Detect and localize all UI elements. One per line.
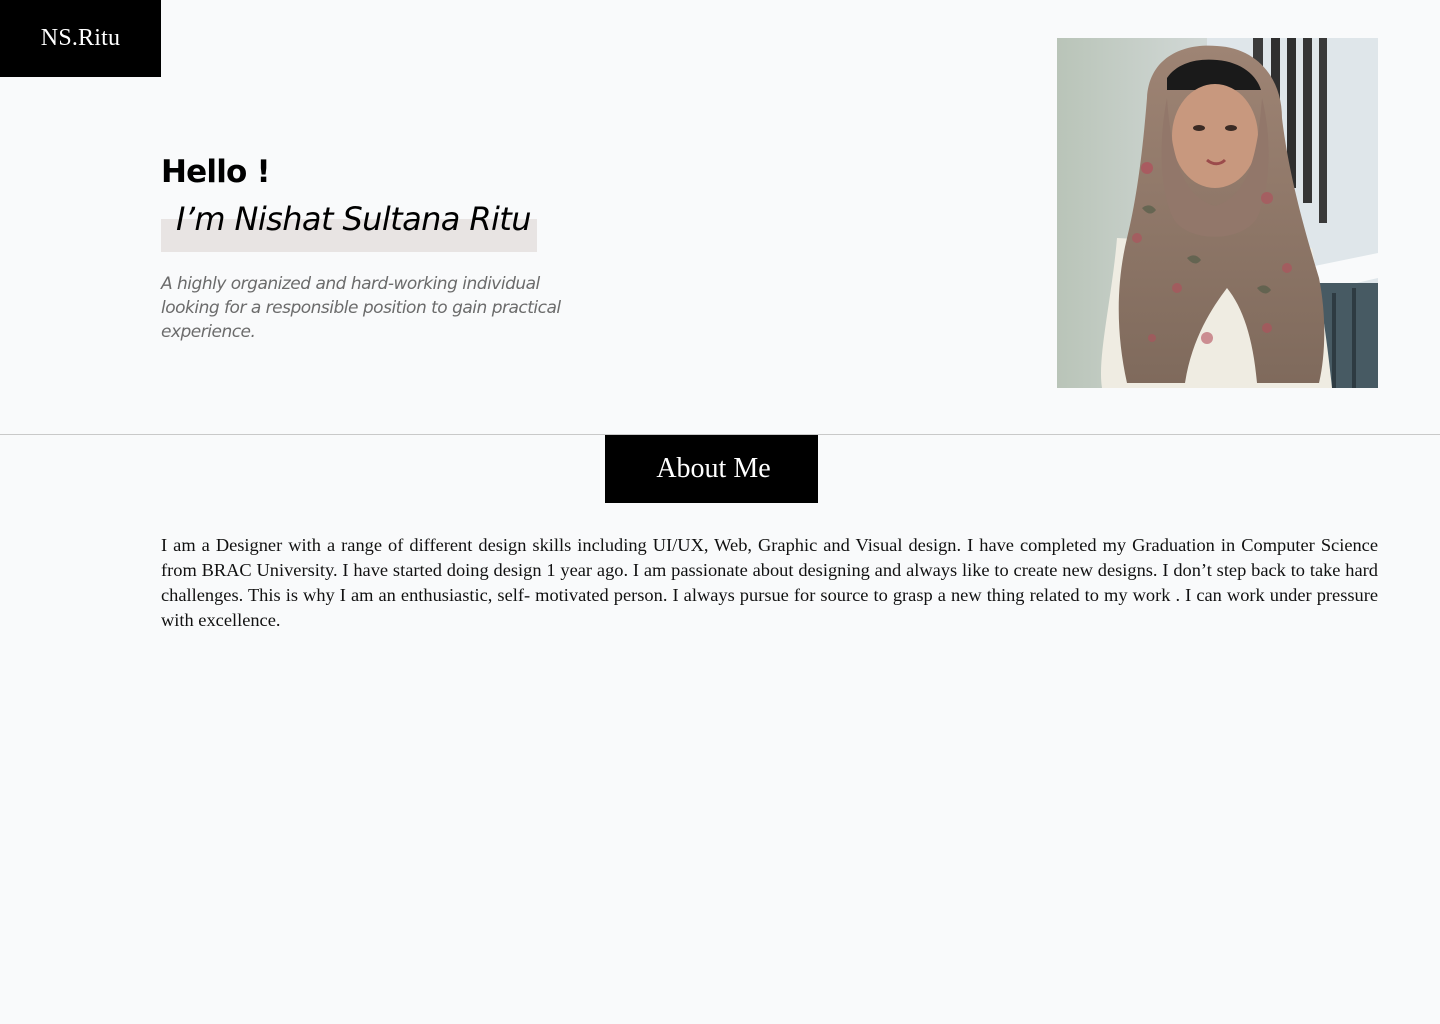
hero-greeting: Hello ! xyxy=(161,154,271,190)
about-body-text: I am a Designer with a range of differen… xyxy=(161,535,1378,630)
logo[interactable]: NS.Ritu xyxy=(0,0,161,77)
portrait-illustration xyxy=(1057,38,1378,388)
portrait-photo xyxy=(1057,38,1378,388)
hero-name: I’m Nishat Sultana Ritu xyxy=(176,200,532,238)
about-title: About Me xyxy=(656,453,771,484)
hero-tagline: A highly organized and hard-working indi… xyxy=(161,274,561,342)
about-heading-box: About Me xyxy=(605,435,818,503)
logo-text: NS.Ritu xyxy=(40,25,121,51)
